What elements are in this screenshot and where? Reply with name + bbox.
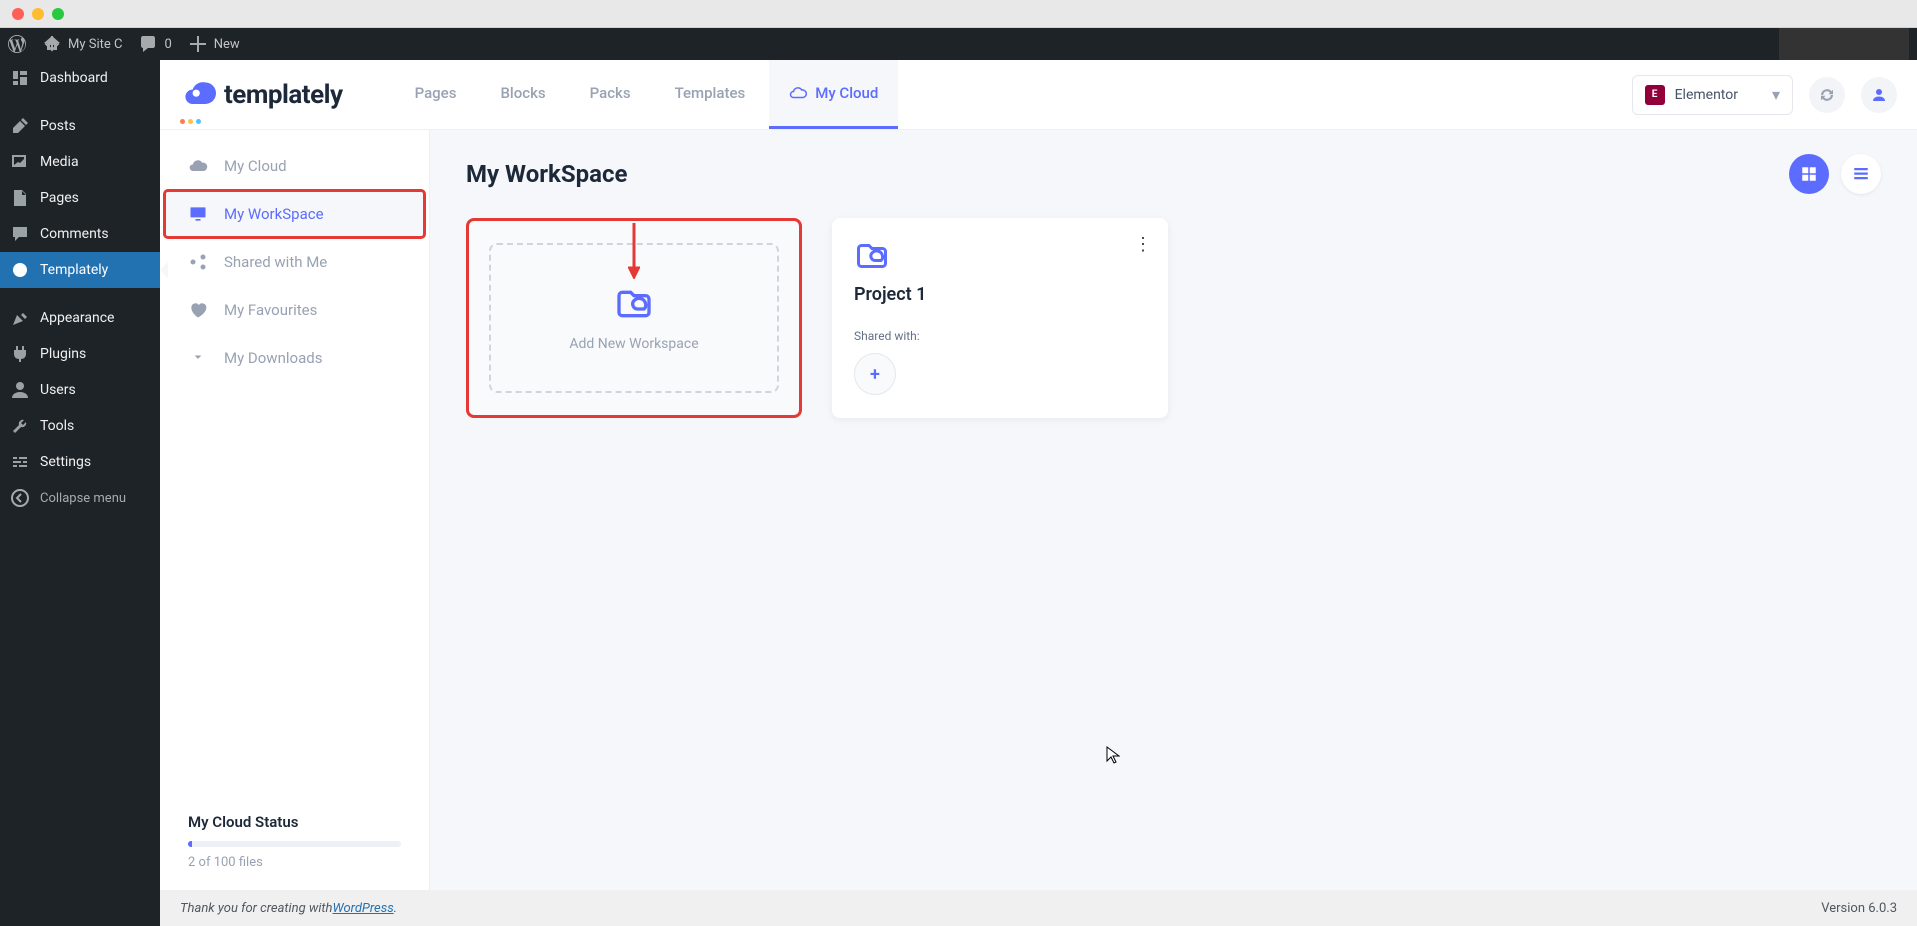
mac-window-chrome (0, 0, 1917, 28)
menu-dashboard[interactable]: Dashboard (0, 60, 160, 96)
menu-templately[interactable]: Templately (0, 252, 160, 288)
menu-label: Tools (40, 418, 74, 434)
mycloud-sidebar: My Cloud My WorkSpace Shared with Me My … (160, 130, 430, 890)
cloud-status-text: 2 of 100 files (188, 855, 401, 870)
mac-zoom-button[interactable] (52, 8, 64, 20)
nav-packs[interactable]: Packs (570, 60, 651, 129)
wp-logo-menu[interactable] (8, 35, 26, 53)
menu-settings[interactable]: Settings (0, 444, 160, 480)
menu-label: Posts (40, 118, 76, 134)
footer-version: Version 6.0.3 (1821, 901, 1897, 916)
builder-selector-label: Elementor (1675, 87, 1738, 103)
cursor-icon (1106, 746, 1120, 768)
user-menu[interactable] (1861, 77, 1897, 113)
cloud-status-title: My Cloud Status (188, 813, 401, 831)
cloud-folder-icon (614, 284, 654, 324)
menu-label: Comments (40, 226, 109, 242)
menu-pages[interactable]: Pages (0, 180, 160, 216)
list-icon (1852, 165, 1870, 183)
shared-with-label: Shared with: (854, 329, 1146, 343)
comments-menu[interactable]: 0 (138, 34, 171, 54)
workspace-title: Project 1 (854, 284, 1146, 305)
new-label: New (214, 37, 240, 52)
menu-label: Media (40, 154, 79, 170)
cloud-menu-favourites[interactable]: My Favourites (160, 286, 429, 334)
menu-label: Dashboard (40, 70, 108, 86)
templately-app: templately Pages Blocks Packs Templates … (160, 60, 1917, 926)
templately-header: templately Pages Blocks Packs Templates … (160, 60, 1917, 130)
heart-icon (188, 300, 208, 320)
mac-close-button[interactable] (12, 8, 24, 20)
mac-minimize-button[interactable] (32, 8, 44, 20)
templately-logo[interactable]: templately (180, 77, 343, 113)
menu-users[interactable]: Users (0, 372, 160, 408)
cloud-icon (789, 84, 807, 102)
user-icon (1870, 86, 1888, 104)
elementor-badge-icon: E (1645, 85, 1665, 105)
builder-selector[interactable]: E Elementor ▾ (1632, 75, 1793, 115)
menu-tools[interactable]: Tools (0, 408, 160, 444)
page-title: My WorkSpace (466, 160, 627, 188)
nav-templates[interactable]: Templates (655, 60, 766, 129)
menu-appearance[interactable]: Appearance (0, 300, 160, 336)
add-workspace-card[interactable]: Add New Workspace (466, 218, 802, 418)
workspace-card[interactable]: ⋮ Project 1 Shared with: + (832, 218, 1168, 418)
templately-top-nav: Pages Blocks Packs Templates My Cloud (395, 60, 899, 129)
grid-icon (1800, 165, 1818, 183)
nav-blocks[interactable]: Blocks (480, 60, 565, 129)
sync-icon (1818, 86, 1836, 104)
add-workspace-label: Add New Workspace (569, 336, 698, 352)
list-view-button[interactable] (1841, 154, 1881, 194)
menu-posts[interactable]: Posts (0, 108, 160, 144)
grid-view-button[interactable] (1789, 154, 1829, 194)
comments-count: 0 (164, 37, 171, 52)
menu-label: Templately (40, 262, 108, 278)
footer-prefix: Thank you for creating with (180, 901, 332, 916)
workspace-more-button[interactable]: ⋮ (1134, 234, 1152, 255)
cloud-menu-shared[interactable]: Shared with Me (160, 238, 429, 286)
cloud-menu-mycloud[interactable]: My Cloud (160, 142, 429, 190)
cloud-icon (188, 156, 208, 176)
footer-suffix: . (394, 901, 397, 916)
cloud-menu-workspace[interactable]: My WorkSpace (164, 190, 425, 238)
collapse-menu-button[interactable]: Collapse menu (0, 480, 160, 516)
share-icon (188, 252, 208, 272)
collapse-label: Collapse menu (40, 491, 126, 506)
cloud-folder-icon (854, 238, 890, 274)
site-name-label: My Site C (68, 37, 122, 52)
menu-label: Pages (40, 190, 79, 206)
menu-label: Plugins (40, 346, 86, 362)
workspace-icon (188, 204, 208, 224)
wp-footer: Thank you for creating with WordPress . … (160, 890, 1917, 926)
nav-pages[interactable]: Pages (395, 60, 477, 129)
templately-logo-text: templately (224, 80, 343, 110)
sync-button[interactable] (1809, 77, 1845, 113)
wp-admin-sidebar: Dashboard Posts Media Pages Comments Tem… (0, 60, 160, 926)
annotation-arrow-icon (628, 223, 640, 283)
download-icon (188, 348, 208, 368)
adminbar-account[interactable] (1779, 28, 1909, 60)
menu-label: Settings (40, 454, 91, 470)
menu-label: Users (40, 382, 76, 398)
footer-wordpress-link[interactable]: WordPress (332, 901, 393, 916)
menu-comments[interactable]: Comments (0, 216, 160, 252)
wp-admin-bar: My Site C 0 New (0, 28, 1917, 60)
cloud-status-bar (188, 841, 401, 847)
nav-mycloud[interactable]: My Cloud (769, 60, 898, 129)
site-name-menu[interactable]: My Site C (42, 34, 122, 54)
cloud-status-panel: My Cloud Status 2 of 100 files (160, 793, 429, 890)
new-content-menu[interactable]: New (188, 34, 240, 54)
cloud-menu-downloads[interactable]: My Downloads (160, 334, 429, 382)
share-add-button[interactable]: + (854, 353, 896, 395)
menu-plugins[interactable]: Plugins (0, 336, 160, 372)
chevron-down-icon: ▾ (1772, 85, 1780, 104)
menu-label: Appearance (40, 310, 114, 326)
templately-logo-icon (180, 77, 216, 113)
workspace-content: My WorkSpace (430, 130, 1917, 890)
menu-media[interactable]: Media (0, 144, 160, 180)
